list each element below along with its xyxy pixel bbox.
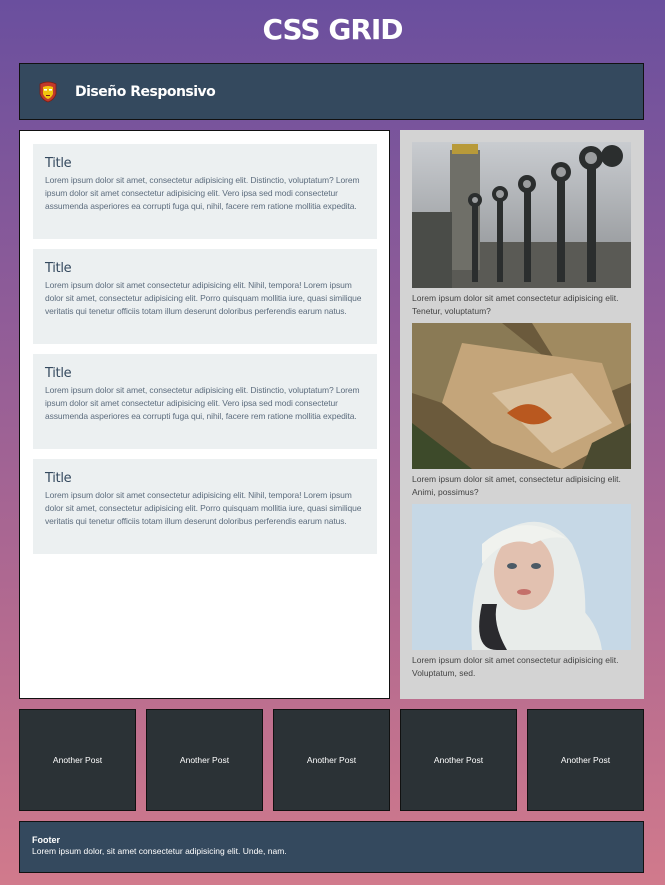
posts-row: Another Post Another Post Another Post A… — [19, 709, 644, 811]
card-text: Lorem ipsum dolor sit amet consectetur a… — [45, 280, 362, 316]
post-tile[interactable]: Another Post — [527, 709, 644, 811]
footer-title: Footer — [32, 835, 60, 845]
card-title: Title — [45, 261, 72, 276]
content-card: Title Lorem ipsum dolor sit amet consect… — [33, 249, 377, 344]
card-title: Title — [45, 471, 72, 486]
content-card: Title Lorem ipsum dolor sit amet, consec… — [33, 144, 377, 239]
post-tile[interactable]: Another Post — [146, 709, 263, 811]
blonde-woman-portrait-photo[interactable] — [412, 504, 631, 650]
photo-caption: Lorem ipsum dolor sit amet consectetur a… — [412, 655, 619, 678]
footer-text: Lorem ipsum dolor, sit amet consectetur … — [32, 846, 287, 856]
sidebar-item: Lorem ipsum dolor sit amet consectetur a… — [412, 504, 632, 680]
card-text: Lorem ipsum dolor sit amet, consectetur … — [45, 385, 360, 421]
card-text: Lorem ipsum dolor sit amet, consectetur … — [45, 175, 360, 211]
card-text: Lorem ipsum dolor sit amet consectetur a… — [45, 490, 362, 526]
sidebar-item: Lorem ipsum dolor sit amet, consectetur … — [412, 323, 632, 499]
card-title: Title — [45, 156, 72, 171]
post-tile[interactable]: Another Post — [273, 709, 390, 811]
post-tile[interactable]: Another Post — [19, 709, 136, 811]
brand-title[interactable]: Diseño Responsivo — [75, 84, 216, 100]
post-tile[interactable]: Another Post — [400, 709, 517, 811]
page-title: CSS GRID — [262, 13, 403, 46]
content-card: Title Lorem ipsum dolor sit amet consect… — [33, 459, 377, 554]
sidebar: Lorem ipsum dolor sit amet consectetur a… — [400, 130, 644, 699]
street-lamps-photo[interactable] — [412, 142, 631, 288]
iron-man-mask-icon[interactable] — [38, 81, 58, 103]
sidebar-item: Lorem ipsum dolor sit amet consectetur a… — [412, 142, 632, 318]
photo-caption: Lorem ipsum dolor sit amet consectetur a… — [412, 293, 619, 316]
main-content: Title Lorem ipsum dolor sit amet, consec… — [19, 130, 390, 699]
photo-caption: Lorem ipsum dolor sit amet, consectetur … — [412, 474, 621, 497]
rock-and-leaf-photo[interactable] — [412, 323, 631, 469]
content-card: Title Lorem ipsum dolor sit amet, consec… — [33, 354, 377, 449]
card-title: Title — [45, 366, 72, 381]
site-header: Diseño Responsivo — [19, 63, 644, 120]
site-footer: Footer Lorem ipsum dolor, sit amet conse… — [19, 821, 644, 873]
